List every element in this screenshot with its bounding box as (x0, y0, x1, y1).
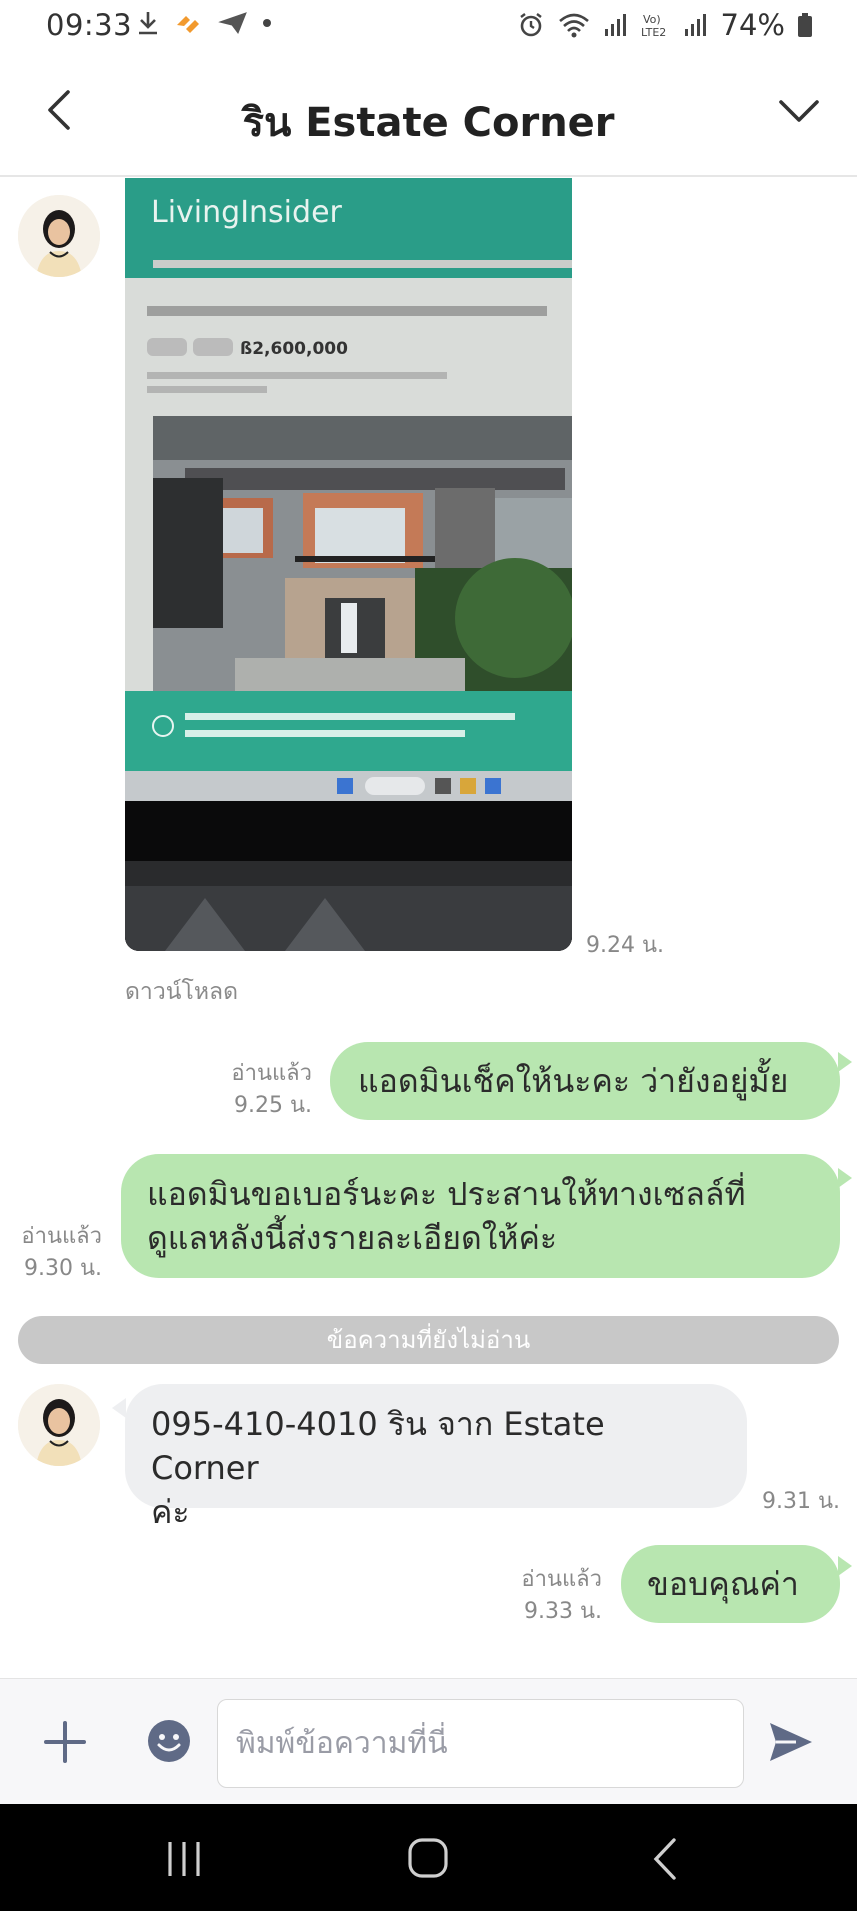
back-arrow-icon (653, 1838, 676, 1880)
chevron-down-icon (779, 100, 819, 122)
read-status: อ่านแล้ว 9.25 น. (190, 1058, 312, 1122)
message-time: 9.33 น. (523, 1599, 602, 1624)
app-notification-icon (177, 16, 199, 33)
recent-apps-button[interactable] (156, 1834, 216, 1884)
unread-messages-divider: ข้อความที่ยังไม่อ่าน (18, 1316, 839, 1364)
home-icon (408, 1838, 448, 1878)
avatar-image (18, 1384, 100, 1466)
message-text-line-1: 095-410-4010 ริน จาก Estate Corner (151, 1405, 605, 1487)
avatar[interactable] (18, 1384, 100, 1466)
incoming-message[interactable]: 095-410-4010 ริน จาก Estate Corner ค่ะ (125, 1384, 747, 1531)
recent-apps-icon (168, 1842, 200, 1876)
outgoing-message[interactable]: แอดมินเช็คให้นะคะ ว่ายังอยู่มั้ย (330, 1042, 840, 1120)
message-text: ขอบคุณค่า (647, 1565, 799, 1603)
photo-of-listing-screen: LivingInsider ß2,600,000 (125, 178, 572, 951)
avatar[interactable] (18, 195, 100, 277)
read-label: อ่านแล้ว (521, 1567, 602, 1592)
svg-text:Vo): Vo) (643, 13, 661, 26)
chat-screen: 09:33 Vo) LTE2 74% ริน Estate Corner Liv… (0, 0, 857, 1911)
avatar-image (18, 195, 100, 277)
screenshot-price: ß2,600,000 (240, 339, 348, 359)
bubble-tail (838, 1052, 852, 1072)
download-icon (139, 12, 157, 35)
send-icon (770, 1723, 812, 1761)
bubble-tail (112, 1398, 126, 1418)
read-status: อ่านแล้ว 9.30 น. (6, 1221, 102, 1285)
notification-icons (136, 10, 272, 36)
battery-percent: 74% (720, 8, 785, 42)
volte-icon: Vo)LTE2 (641, 13, 666, 39)
screenshot-brand: LivingInsider (151, 195, 343, 230)
download-link[interactable]: ดาวน์โหลด (125, 974, 238, 1010)
message-input[interactable] (217, 1699, 744, 1788)
message-text: แอดมินเช็คให้นะคะ ว่ายังอยู่มั้ย (358, 1062, 789, 1100)
chat-header: ริน Estate Corner (0, 52, 857, 177)
telegram-icon (218, 12, 247, 35)
bubble-tail (838, 1168, 852, 1188)
image-message[interactable]: LivingInsider ß2,600,000 (125, 178, 572, 951)
message-time: 9.25 น. (233, 1093, 312, 1118)
outgoing-message[interactable]: ขอบคุณค่า (621, 1545, 840, 1623)
read-label: อ่านแล้ว (21, 1224, 102, 1249)
chat-title: ริน Estate Corner (242, 100, 615, 146)
message-time: 9.24 น. (586, 933, 665, 958)
signal-icon-2 (684, 14, 706, 36)
svg-text:LTE2: LTE2 (641, 26, 666, 39)
message-time: 9.30 น. (23, 1256, 102, 1281)
message-text-line-1: แอดมินขอเบอร์นะคะ ประสานให้ทางเซลล์ที่ (147, 1175, 746, 1213)
menu-toggle-button[interactable] (777, 94, 821, 130)
system-navigation-bar (0, 1804, 857, 1911)
emoji-button[interactable] (146, 1718, 192, 1764)
read-status: อ่านแล้ว 9.33 น. (500, 1564, 602, 1628)
dot-icon (263, 19, 271, 27)
attach-button[interactable] (42, 1719, 88, 1765)
system-back-button[interactable] (636, 1834, 696, 1884)
emoji-icon (148, 1720, 190, 1762)
send-button[interactable] (766, 1719, 816, 1765)
wifi-icon (558, 13, 589, 38)
message-time: 9.31 น. (762, 1489, 841, 1514)
home-button[interactable] (398, 1834, 458, 1884)
message-input-bar (0, 1678, 857, 1804)
read-label: อ่านแล้ว (231, 1061, 312, 1086)
alarm-icon (519, 13, 542, 37)
message-text-line-2: ค่ะ (151, 1493, 190, 1531)
message-list[interactable]: LivingInsider ß2,600,000 9.24 น. ดาวน์โห… (0, 178, 857, 1678)
status-bar: 09:33 Vo) LTE2 74% (0, 0, 857, 52)
plus-icon (44, 1721, 86, 1763)
bubble-tail (838, 1556, 852, 1576)
system-icons: Vo) LTE2 74% (517, 8, 813, 42)
signal-icon (604, 14, 626, 36)
outgoing-message[interactable]: แอดมินขอเบอร์นะคะ ประสานให้ทางเซลล์ที่ ด… (121, 1154, 840, 1278)
message-text-line-2: ดูแลหลังนี้ส่งรายละเอียดให้ค่ะ (147, 1219, 558, 1257)
status-time: 09:33 (46, 8, 133, 42)
battery-icon (798, 13, 812, 37)
